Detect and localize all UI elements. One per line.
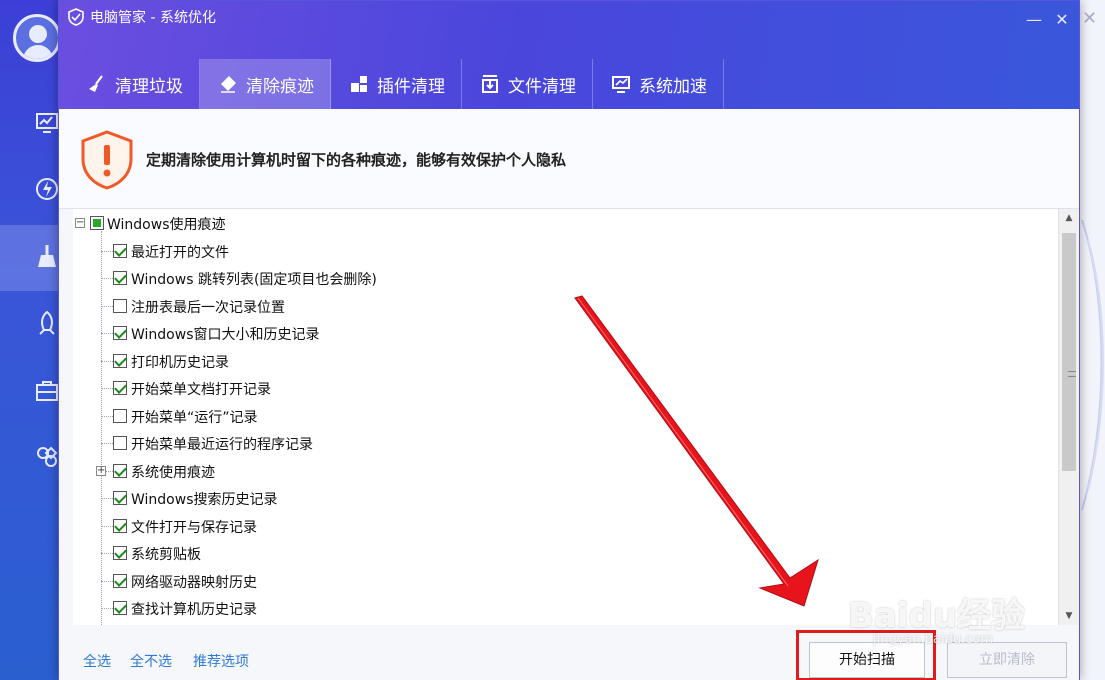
tree-item-label: 最近打开的文件 — [131, 244, 229, 261]
system-optimize-dialog: 电脑管家 - 系统优化 — ✕ 清理垃圾 清除痕迹 插件清理 文件清理 系统加速… — [58, 0, 1080, 680]
item-checkbox[interactable] — [113, 408, 127, 423]
tab-system-speedup[interactable]: 系统加速 — [593, 59, 724, 109]
tree-item-label: Windows 跳转列表(固定项目也会删除) — [131, 272, 377, 288]
root-checkbox[interactable] — [90, 216, 104, 230]
broom-icon — [89, 75, 103, 92]
tab-clean-junk[interactable]: 清理垃圾 — [69, 59, 200, 109]
tree-item-label: 查找计算机历史记录 — [131, 602, 257, 618]
vertical-scrollbar[interactable]: ▲ ▼ — [1058, 209, 1078, 625]
tree-item-label: 网络驱动器映射历史 — [131, 574, 257, 591]
item-checkbox[interactable] — [113, 326, 127, 340]
titlebar: 电脑管家 - 系统优化 — ✕ 清理垃圾 清除痕迹 插件清理 文件清理 系统加速 — [59, 1, 1079, 109]
avatar[interactable] — [13, 14, 61, 62]
scroll-up-arrow-icon[interactable]: ▲ — [1059, 209, 1079, 227]
window-title: 电脑管家 - 系统优化 — [67, 7, 216, 27]
recommended-link[interactable]: 推荐选项 — [193, 651, 249, 671]
tree-item-label: 开始菜单“运行”记录 — [131, 409, 258, 426]
plugin-icon — [351, 76, 367, 92]
close-icon[interactable]: ✕ — [1082, 8, 1097, 29]
close-button[interactable]: ✕ — [1049, 7, 1075, 33]
eraser-icon — [221, 76, 236, 93]
tree-root-row[interactable]: − Windows使用痕迹 — [73, 210, 1053, 237]
tree-item-label: 开始菜单文档打开记录 — [131, 382, 271, 398]
tree-item-row[interactable]: + 系统使用痕迹 — [73, 458, 1053, 485]
item-checkbox[interactable] — [113, 546, 127, 560]
expand-icon[interactable]: + — [96, 465, 106, 476]
tree-item-row[interactable]: 最近打开的文件 — [73, 238, 1053, 265]
item-checkbox[interactable] — [113, 436, 127, 450]
watermark-brand: Baidu经验 — [848, 596, 1026, 636]
tree-item-row[interactable]: 开始菜单“运行”记录 — [73, 403, 1053, 430]
tab-plugin-clean[interactable]: 插件清理 — [331, 59, 462, 109]
file-download-icon — [482, 75, 498, 93]
tree-item-label: Windows窗口大小和历史记录 — [131, 327, 320, 343]
tree-item-label: Windows搜索历史记录 — [131, 492, 278, 508]
tree-item-row[interactable]: 打印机历史记录 — [73, 348, 1053, 375]
tree-item-label: 系统剪贴板 — [131, 547, 201, 563]
item-checkbox[interactable] — [113, 353, 127, 368]
notice-message: 定期清除使用计算机时留下的各种痕迹，能够有效保护个人隐私 — [146, 151, 567, 169]
shield-logo-icon — [68, 8, 84, 26]
tree-item-row[interactable]: 开始菜单最近运行的程序记录 — [73, 430, 1053, 457]
item-checkbox[interactable] — [113, 601, 127, 615]
tree-item-label: 注册表最后一次记录位置 — [131, 299, 285, 316]
clean-now-button[interactable]: 立即清除 — [947, 642, 1067, 678]
tree-item-row[interactable]: 文件打开与保存记录 — [73, 513, 1053, 540]
watermark-url: jingyan.baidu.com — [873, 632, 993, 647]
tree-item-row[interactable]: 系统剪贴板 — [73, 540, 1053, 567]
monitor-speed-icon — [612, 76, 630, 93]
tab-label: 文件清理 — [508, 76, 576, 97]
tree-item-row[interactable]: 开始菜单文档打开记录 — [73, 375, 1053, 402]
notice-panel: 定期清除使用计算机时留下的各种痕迹，能够有效保护个人隐私 — [59, 109, 1079, 209]
tab-label: 清理垃圾 — [115, 76, 183, 97]
tree-item-row[interactable]: Windows 跳转列表(固定项目也会删除) — [73, 265, 1053, 292]
tab-label: 清除痕迹 — [246, 76, 314, 97]
minimize-button[interactable]: — — [1021, 7, 1047, 33]
scroll-thumb[interactable] — [1062, 233, 1076, 471]
trace-tree-list: − Windows使用痕迹最近打开的文件 Windows 跳转列表(固定项目也会删除… — [73, 209, 1058, 625]
item-checkbox[interactable] — [113, 298, 127, 313]
background-window-edge: ✕ — [1080, 0, 1105, 680]
window-title-text: 电脑管家 - 系统优化 — [90, 10, 216, 26]
collapse-icon[interactable]: − — [75, 218, 85, 228]
item-checkbox[interactable] — [113, 573, 127, 588]
tree-item-label: 开始菜单最近运行的程序记录 — [131, 437, 313, 453]
scroll-down-arrow-icon[interactable]: ▼ — [1059, 607, 1079, 625]
tab-file-clean[interactable]: 文件清理 — [462, 59, 593, 109]
tree-item-label: 打印机历史记录 — [131, 354, 229, 371]
grip-icon — [1068, 371, 1076, 377]
item-checkbox[interactable] — [113, 463, 127, 478]
tab-bar: 清理垃圾 清除痕迹 插件清理 文件清理 系统加速 — [69, 59, 724, 109]
warning-shield-icon — [81, 130, 133, 190]
tree-item-label: 系统使用痕迹 — [131, 464, 215, 481]
tree-item-label: 文件打开与保存记录 — [131, 519, 257, 536]
tree-item-row[interactable]: Windows窗口大小和历史记录 — [73, 320, 1053, 347]
item-checkbox[interactable] — [113, 518, 127, 533]
select-none-link[interactable]: 全不选 — [130, 651, 172, 671]
tree-item-row[interactable]: 注册表最后一次记录位置 — [73, 293, 1053, 320]
select-all-link[interactable]: 全选 — [83, 651, 111, 671]
item-checkbox[interactable] — [113, 243, 127, 258]
item-checkbox[interactable] — [113, 271, 127, 285]
tree-item-row[interactable]: Windows搜索历史记录 — [73, 485, 1053, 512]
tab-label: 插件清理 — [377, 76, 445, 97]
item-checkbox[interactable] — [113, 491, 127, 505]
item-checkbox[interactable] — [113, 381, 127, 395]
tab-clear-traces[interactable]: 清除痕迹 — [200, 59, 331, 109]
tree-item-label: Windows使用痕迹 — [107, 217, 226, 233]
tab-label: 系统加速 — [639, 76, 707, 97]
